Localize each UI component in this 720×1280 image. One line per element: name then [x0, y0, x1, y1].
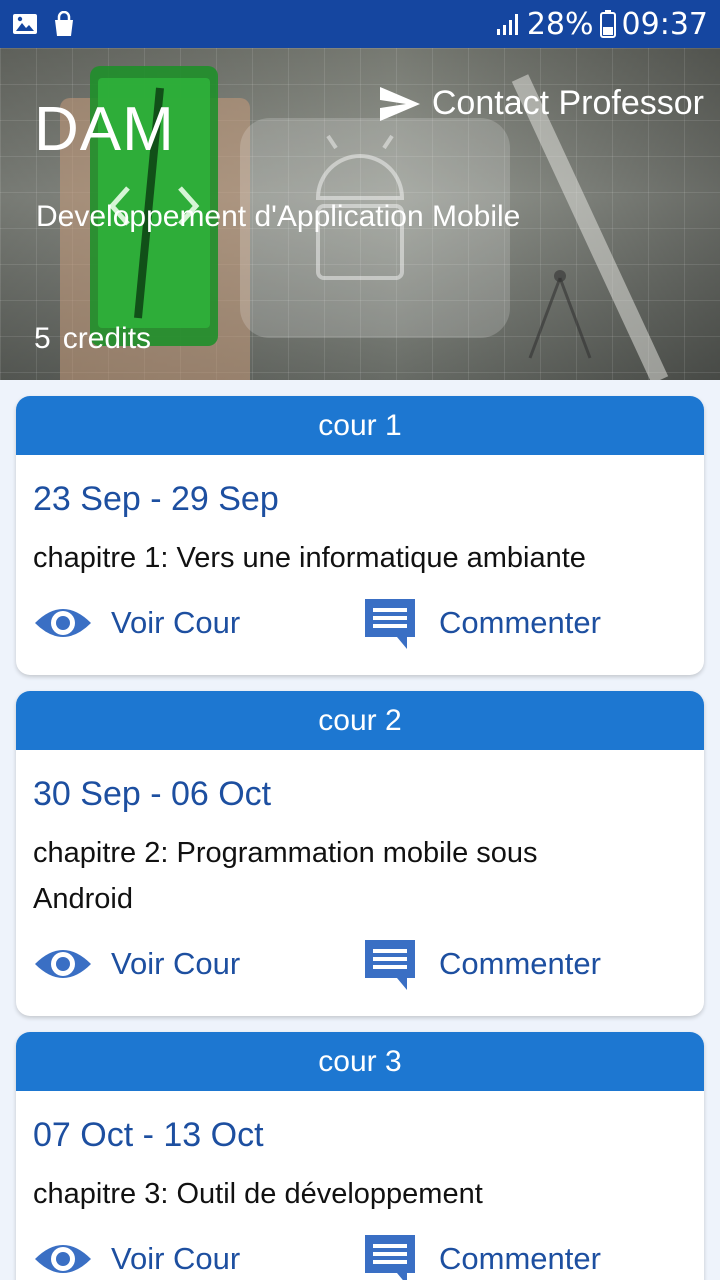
course-card-header: cour 3 — [16, 1032, 704, 1091]
course-header: DAM Developpement d'Application Mobile 5… — [0, 48, 720, 380]
course-number: cour 2 — [318, 703, 402, 737]
course-chapter: chapitre 3: Outil de développement — [33, 1178, 483, 1210]
contact-professor-label: Contact Professor — [431, 84, 704, 122]
course-credits: 5 credits — [34, 322, 151, 356]
view-course-label: Voir Cour — [111, 946, 241, 981]
course-number: cour 1 — [318, 408, 402, 442]
course-number: cour 3 — [318, 1044, 402, 1078]
comment-label: Commenter — [439, 1241, 601, 1276]
battery-percent: 28% — [526, 6, 594, 42]
comment-icon — [365, 940, 415, 990]
credits-value: 5 — [34, 322, 51, 355]
clock: 09:37 — [621, 6, 708, 42]
course-card-body: 23 Sep - 29 Sep chapitre 1: Vers une inf… — [16, 455, 704, 665]
course-card: cour 3 07 Oct - 13 Oct chapitre 3: Outil… — [16, 1032, 704, 1280]
course-chapter: chapitre 1: Vers une informatique ambian… — [33, 542, 586, 574]
course-dates: 07 Oct - 13 Oct — [33, 1116, 264, 1154]
comment-icon — [365, 599, 415, 649]
image-icon — [13, 14, 37, 34]
view-course-button[interactable]: Voir Cour — [33, 944, 363, 984]
comment-label: Commenter — [439, 605, 601, 640]
course-actions: Voir Cour Commenter — [33, 1217, 687, 1280]
course-list[interactable]: cour 1 23 Sep - 29 Sep chapitre 1: Vers … — [16, 396, 704, 1280]
signal-icon — [496, 14, 518, 35]
view-course-button[interactable]: Voir Cour — [33, 1239, 363, 1279]
shopping-bag-icon — [55, 11, 73, 36]
course-code: DAM — [34, 95, 175, 164]
course-name: Developpement d'Application Mobile — [36, 200, 521, 233]
course-card-header: cour 2 — [16, 691, 704, 750]
eye-icon — [35, 950, 91, 978]
course-card-body: 30 Sep - 06 Oct chapitre 2: Programmatio… — [16, 750, 704, 1006]
credits-label: credits — [62, 322, 152, 355]
screen: 28% 09:37 DAM Developpement d'Applicatio… — [0, 0, 720, 1280]
course-dates: 30 Sep - 06 Oct — [33, 775, 272, 813]
send-icon — [379, 86, 420, 121]
status-left — [12, 11, 76, 37]
course-card-body: 07 Oct - 13 Oct chapitre 3: Outil de dév… — [16, 1091, 704, 1280]
eye-icon — [35, 609, 91, 637]
status-right: 28% 09:37 — [495, 7, 708, 42]
comment-button[interactable]: Commenter — [363, 596, 601, 650]
course-dates: 23 Sep - 29 Sep — [33, 480, 279, 518]
view-course-label: Voir Cour — [111, 1241, 241, 1276]
course-actions: Voir Cour Commenter — [33, 581, 687, 665]
comment-label: Commenter — [439, 946, 601, 981]
view-course-button[interactable]: Voir Cour — [33, 603, 363, 643]
course-card-header: cour 1 — [16, 396, 704, 455]
contact-professor-button[interactable]: Contact Professor — [378, 84, 704, 123]
course-chapter: chapitre 2: Programmation mobile sous An… — [33, 837, 538, 915]
comment-button[interactable]: Commenter — [363, 1232, 601, 1280]
battery-icon — [599, 10, 616, 38]
course-actions: Voir Cour Commenter — [33, 922, 687, 1006]
course-card: cour 1 23 Sep - 29 Sep chapitre 1: Vers … — [16, 396, 704, 675]
course-card: cour 2 30 Sep - 06 Oct chapitre 2: Progr… — [16, 691, 704, 1016]
comment-icon — [365, 1235, 415, 1280]
comment-button[interactable]: Commenter — [363, 937, 601, 991]
eye-icon — [35, 1245, 91, 1273]
view-course-label: Voir Cour — [111, 605, 241, 640]
status-bar: 28% 09:37 — [0, 0, 720, 48]
